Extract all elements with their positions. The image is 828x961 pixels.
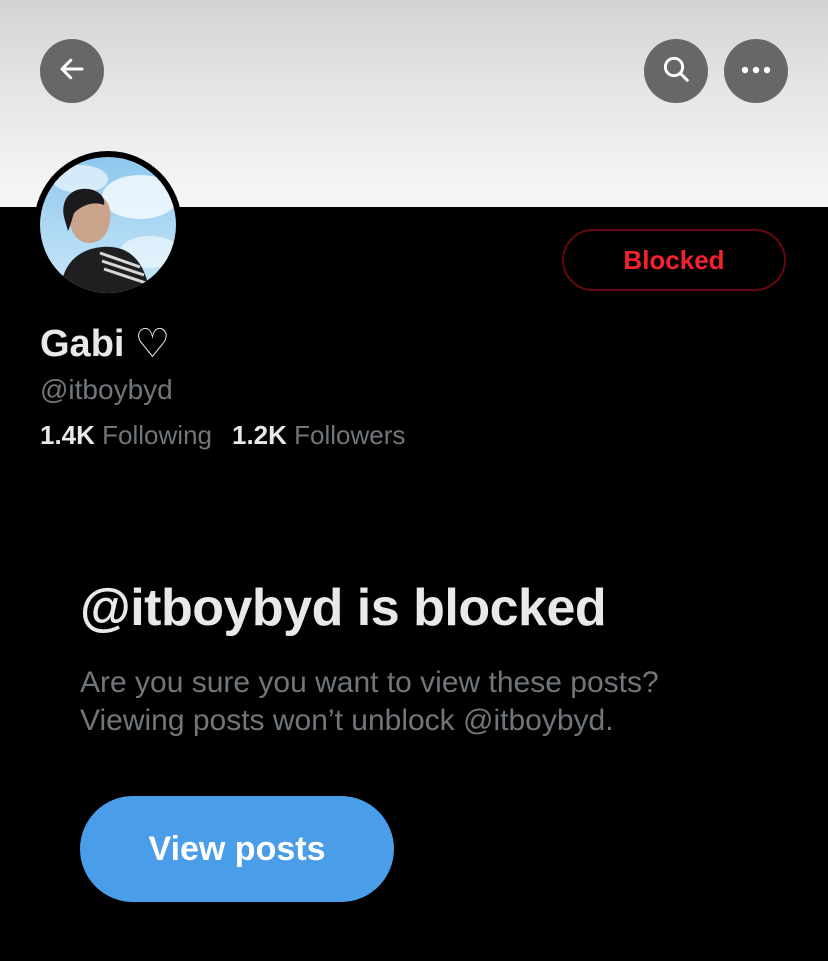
follow-stats: 1.4K Following 1.2K Followers — [40, 420, 405, 451]
blocked-notice-line-2: Viewing posts won’t unblock @itboybyd. — [80, 704, 614, 737]
heart-icon: ♡ — [134, 321, 171, 367]
display-name: Gabi ♡ — [40, 320, 170, 368]
blocked-button[interactable]: Blocked — [562, 229, 786, 291]
username-handle: @itboybyd — [40, 374, 173, 405]
following-count: 1.4K — [40, 420, 95, 450]
followers-link[interactable]: 1.2K Followers — [232, 420, 405, 451]
blocked-notice-title: @itboybyd is blocked — [80, 579, 607, 637]
profile-page: Blocked Gabi ♡ @itboybyd 1.4K Following … — [0, 0, 828, 961]
more-horizontal-icon — [740, 62, 772, 80]
blocked-notice-line-1: Are you sure you want to view these post… — [80, 666, 659, 699]
followers-count: 1.2K — [231, 420, 287, 450]
view-posts-label: View posts — [148, 829, 326, 868]
blocked-label: Blocked — [623, 244, 725, 275]
following-link[interactable]: 1.4K Following — [40, 420, 212, 451]
avatar-ring — [34, 151, 182, 299]
followers-label: Followers — [294, 420, 406, 450]
search-button[interactable] — [644, 39, 708, 103]
more-options-button[interactable] — [724, 39, 788, 103]
avatar[interactable] — [40, 157, 176, 293]
search-icon — [660, 53, 692, 90]
following-label: Following — [102, 420, 212, 450]
blocked-notice-description: Are you sure you want to view these post… — [80, 664, 760, 740]
back-button[interactable] — [40, 39, 104, 103]
arrow-left-icon — [57, 54, 87, 89]
view-posts-button[interactable]: View posts — [80, 796, 394, 902]
display-name-text: Gabi — [40, 322, 125, 365]
